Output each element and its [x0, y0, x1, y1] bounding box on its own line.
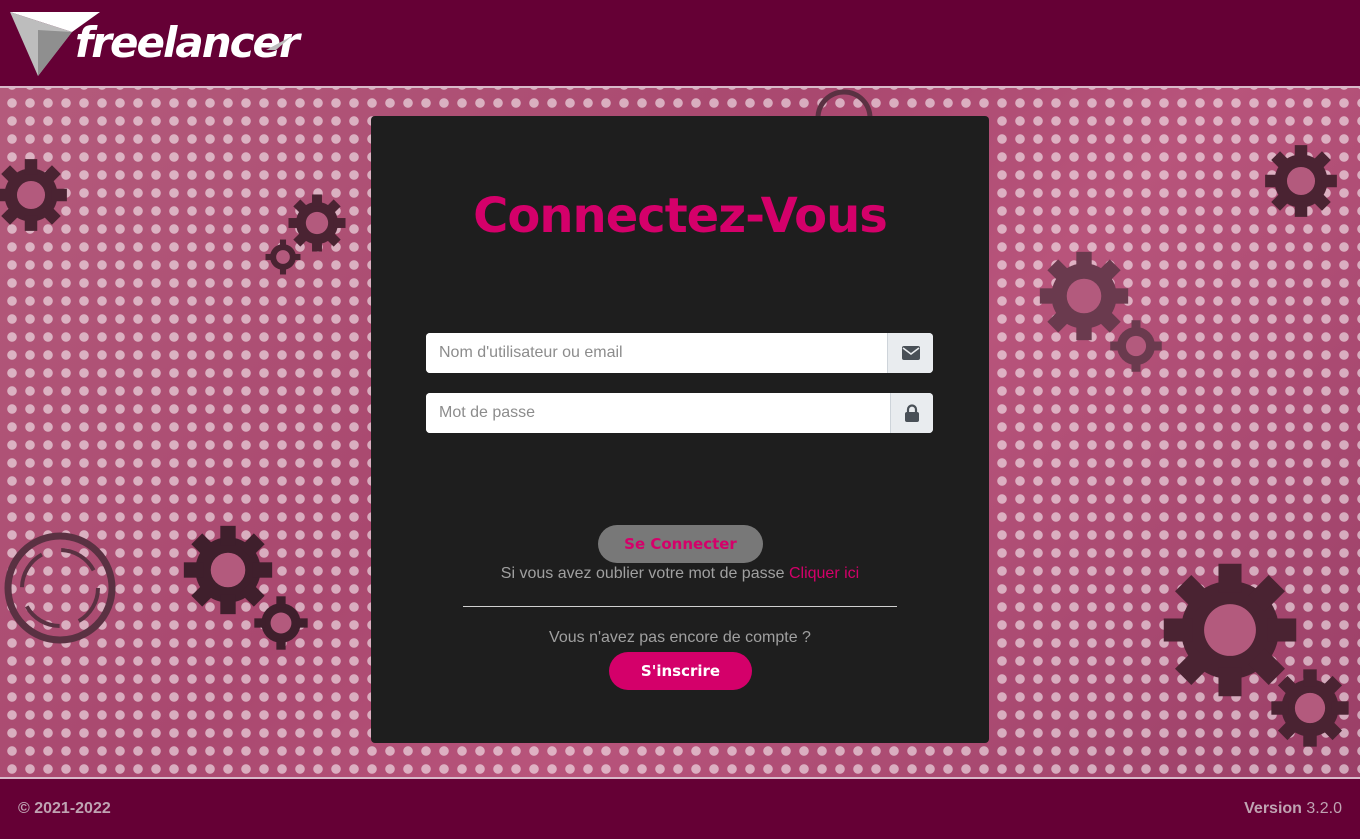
username-input[interactable]	[426, 333, 888, 373]
lock-icon	[905, 403, 919, 422]
password-addon	[890, 393, 933, 433]
brand-accent-icon	[266, 36, 292, 50]
signup-button[interactable]: S'inscrire	[609, 652, 752, 690]
version-text: Version 3.2.0	[1244, 800, 1342, 818]
gear-icon	[1271, 669, 1349, 747]
gear-icon	[1110, 320, 1162, 372]
login-button[interactable]: Se Connecter	[598, 525, 763, 563]
card-divider	[463, 606, 897, 607]
forgot-password-label: Si vous avez oublier votre mot de passe	[500, 565, 785, 582]
login-card: Connectez-Vous Se Connecter Si vous avez…	[371, 116, 989, 743]
username-field-group	[426, 333, 933, 373]
no-account-text: Vous n'avez pas encore de compte ?	[549, 629, 811, 646]
magnifier-icon	[4, 532, 116, 644]
gear-icon	[265, 239, 301, 275]
copyright-text: © 2021-2022	[18, 800, 111, 817]
gear-icon	[254, 596, 308, 650]
password-field-group	[426, 393, 933, 433]
footer: © 2021-2022 Version 3.2.0	[0, 779, 1360, 839]
gear-icon	[1265, 145, 1337, 217]
gear-icon	[0, 159, 67, 231]
version-number: 3.2.0	[1306, 800, 1342, 817]
username-addon	[887, 333, 933, 373]
envelope-icon	[901, 346, 920, 360]
top-bar: freelancer	[0, 0, 1360, 86]
forgot-password-text: Si vous avez oublier votre mot de passe …	[371, 565, 989, 583]
page-title: Connectez-Vous	[473, 188, 888, 244]
password-input[interactable]	[426, 393, 891, 433]
forgot-password-link[interactable]: Cliquer ici	[789, 565, 859, 582]
version-label: Version	[1244, 800, 1302, 817]
